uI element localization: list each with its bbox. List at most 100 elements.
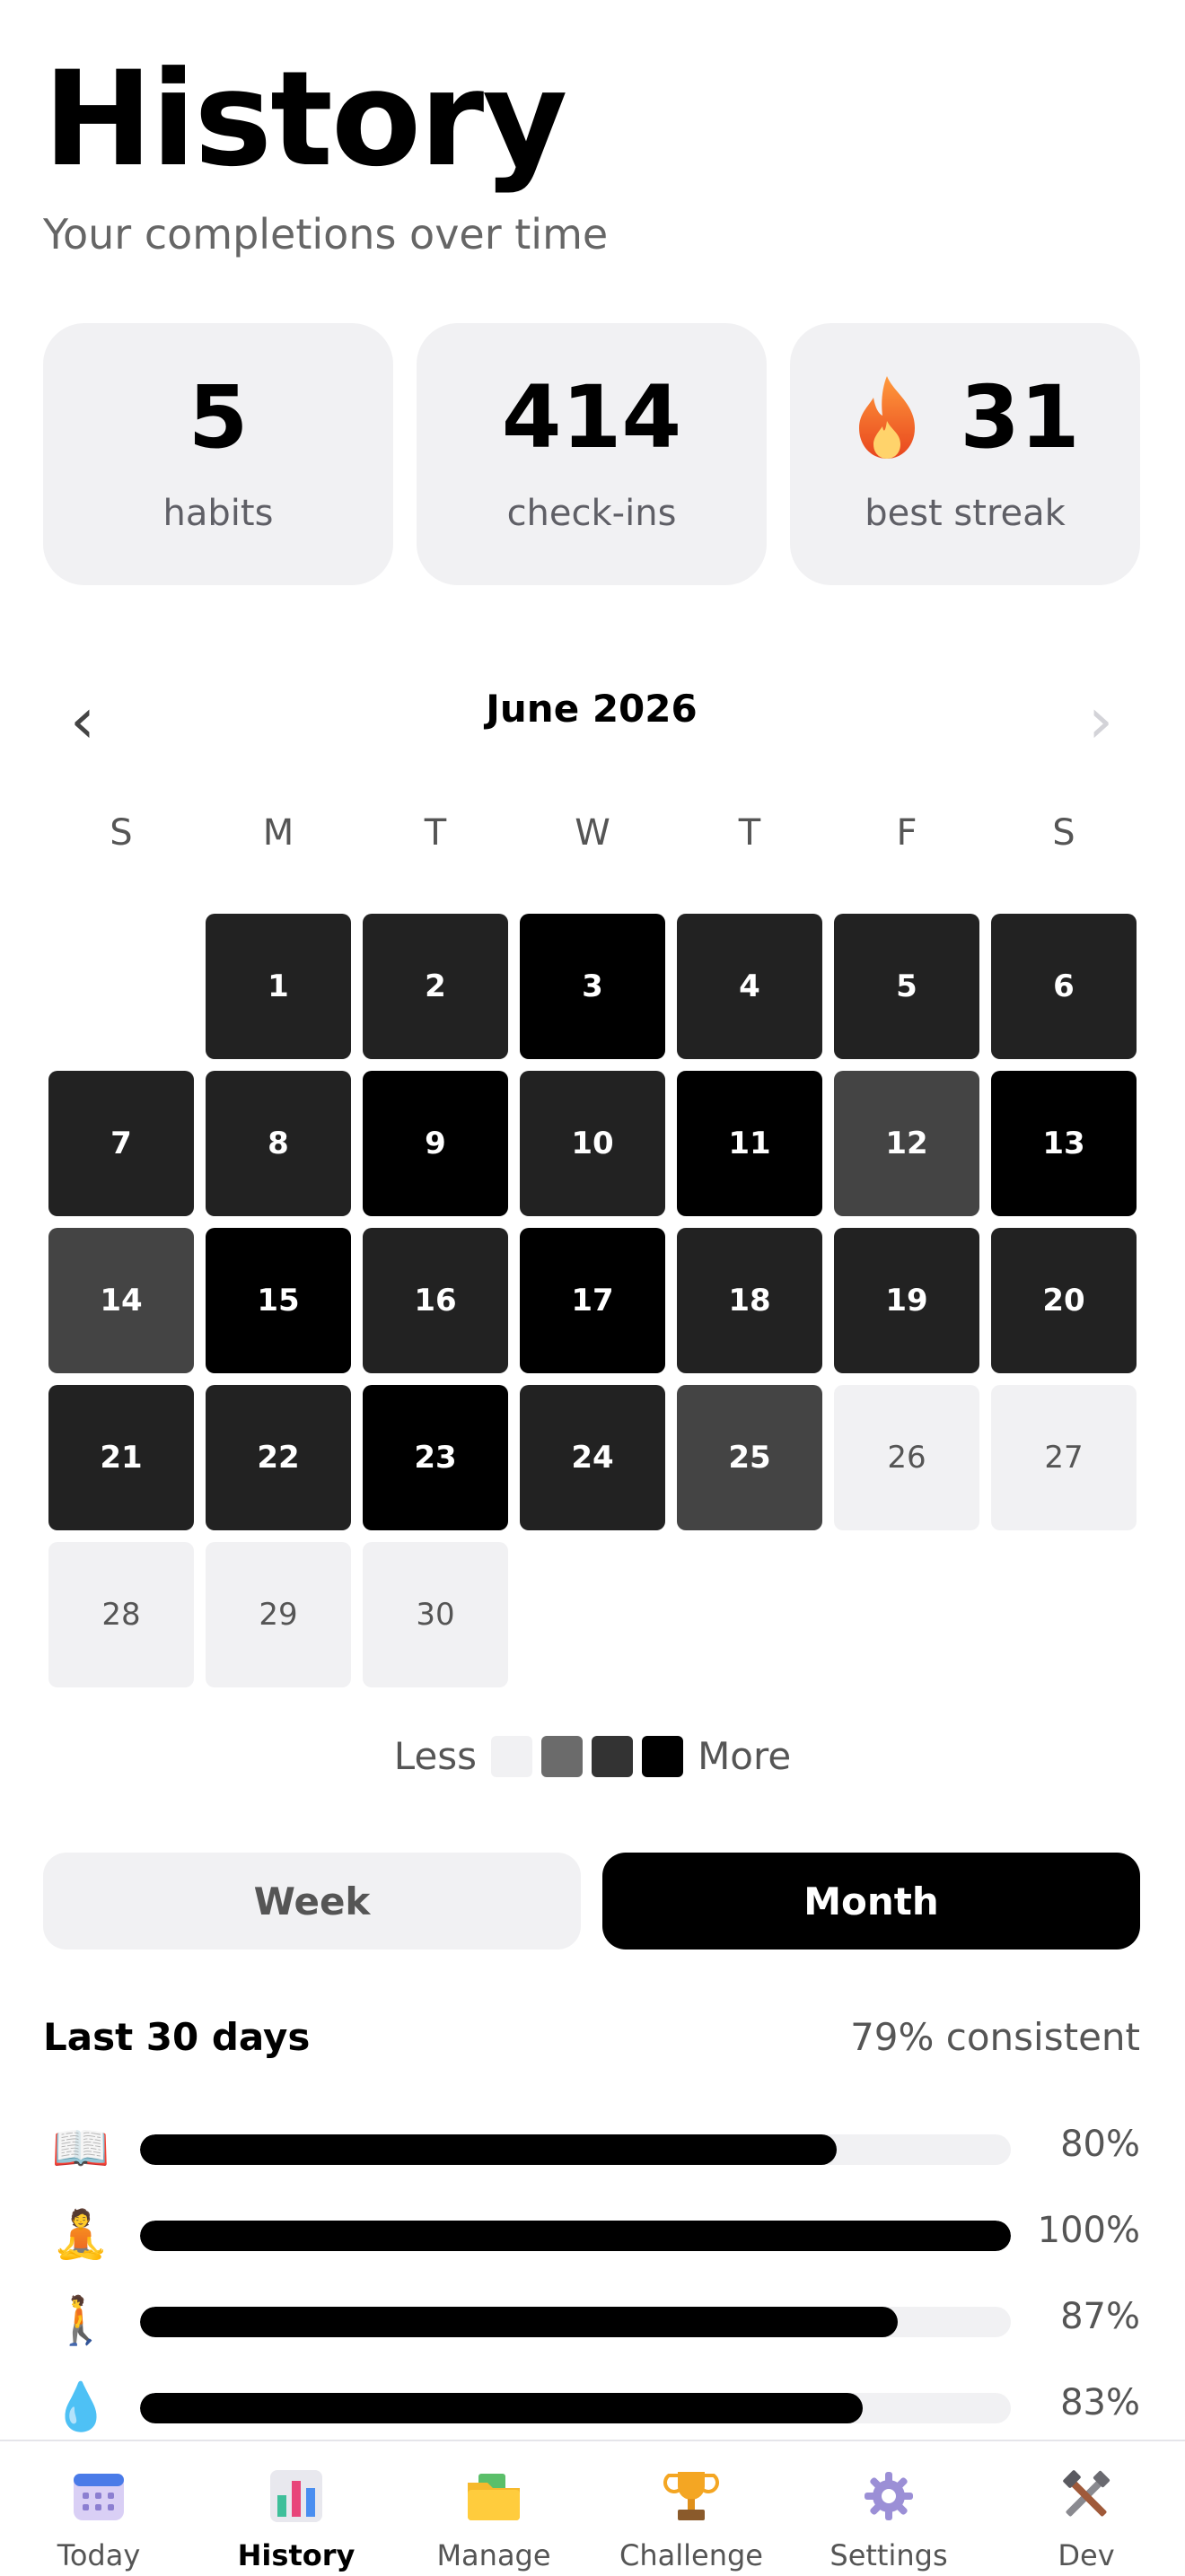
calendar-day[interactable]: 20 [991,1228,1137,1373]
calendar-day[interactable]: 14 [48,1228,194,1373]
tab-history[interactable]: History [198,2441,395,2576]
tab-label: History [237,2538,356,2572]
page-title: History [43,43,567,196]
calendar-day[interactable]: 25 [677,1385,822,1530]
stat-label: best streak [865,493,1066,534]
bar-chart-icon [268,2468,324,2524]
month-button[interactable]: Month [602,1853,1140,1950]
weekday-label: S [110,812,133,854]
progress-fill [140,2393,864,2423]
weekday-label: W [575,812,610,854]
tab-label: Dev [1058,2538,1115,2572]
habit-progress-row: 🧘 100% [43,2204,1140,2291]
calendar-day[interactable]: 13 [991,1071,1137,1216]
water-drop-icon: 💧 [51,2380,110,2434]
tab-label: Challenge [619,2538,763,2572]
habit-progress-row: 🚶 87% [43,2291,1140,2377]
book-icon: 📖 [51,2122,110,2176]
calendar-day[interactable]: 11 [677,1071,822,1216]
progress-fill [140,2221,1011,2251]
calendar-header: ‹ June 2026 › [43,682,1140,763]
legend-more-label: More [698,1734,792,1778]
progress-track [140,2134,1011,2165]
calendar-day[interactable]: 16 [363,1228,508,1373]
weekday-label: F [896,812,917,854]
calendar-grid: 1 2 3 4 5 6 7 8 9 10 11 12 13 14 15 16 17 18 19 20 21 22 23 24 2… [48,914,1137,1687]
progress-track [140,2393,1011,2423]
tab-bar: Today History Manage Challenge Settings … [0,2440,1185,2576]
calendar-day[interactable]: 8 [206,1071,351,1216]
habit-percent: 87% [1060,2296,1140,2337]
stat-card-habits: 5 habits [43,323,393,585]
stat-value: 31 [960,367,1080,468]
habit-progress-list: 📖 80% 🧘 100% 🚶 87% 💧 83% [43,2118,1140,2463]
weekday-header: S M T W T F S [48,812,1137,854]
calendar-icon [71,2468,127,2524]
tab-manage[interactable]: Manage [395,2441,592,2576]
flame-icon [859,376,916,459]
stat-value: 414 [501,367,682,468]
stat-label: habits [162,493,274,534]
calendar-day[interactable]: 22 [206,1385,351,1530]
tab-label: Manage [436,2538,551,2572]
calendar-day[interactable]: 7 [48,1071,194,1216]
stat-card-check-ins: 414 check-ins [417,323,767,585]
legend-swatch [642,1735,684,1777]
calendar-day[interactable]: 9 [363,1071,508,1216]
calendar-day[interactable]: 23 [363,1385,508,1530]
calendar-day[interactable]: 1 [206,914,351,1059]
habit-percent: 83% [1060,2382,1140,2423]
calendar-day[interactable]: 5 [834,914,979,1059]
calendar-day[interactable]: 2 [363,914,508,1059]
calendar-day[interactable]: 4 [677,914,822,1059]
progress-fill [140,2134,837,2165]
tab-today[interactable]: Today [0,2441,198,2576]
calendar-day[interactable]: 12 [834,1071,979,1216]
week-button[interactable]: Week [43,1853,581,1950]
calendar-month-label: June 2026 [486,687,698,731]
meditation-icon: 🧘 [51,2208,110,2262]
tab-challenge[interactable]: Challenge [592,2441,790,2576]
calendar-day[interactable]: 17 [520,1228,665,1373]
chevron-right-icon[interactable]: › [1088,689,1113,752]
weekday-label: T [738,812,761,854]
calendar-day[interactable]: 18 [677,1228,822,1373]
tab-label: Settings [830,2538,948,2572]
tab-dev[interactable]: Dev [988,2441,1185,2576]
calendar-day[interactable]: 15 [206,1228,351,1373]
calendar-day[interactable]: 30 [363,1542,508,1687]
weekday-label: S [1052,812,1075,854]
calendar-day[interactable]: 21 [48,1385,194,1530]
consistency-value: 79% consistent [850,2015,1140,2059]
stat-value: 5 [188,367,249,468]
tab-settings[interactable]: Settings [790,2441,988,2576]
calendar-day[interactable]: 27 [991,1385,1137,1530]
calendar-day[interactable]: 26 [834,1385,979,1530]
progress-fill [140,2307,898,2337]
progress-track [140,2221,1011,2251]
range-segmented-control: Week Month [43,1853,1140,1950]
stats-row: 5 habits 414 check-ins 31 best streak [43,323,1140,585]
calendar-day[interactable]: 10 [520,1071,665,1216]
calendar-day[interactable]: 28 [48,1542,194,1687]
weekday-label: M [262,812,294,854]
walking-icon: 🚶 [51,2294,110,2348]
legend-swatch [491,1735,533,1777]
page-header: History Your completions over time [43,54,608,258]
habit-progress-row: 📖 80% [43,2118,1140,2204]
calendar-day[interactable]: 29 [206,1542,351,1687]
calendar-day[interactable]: 3 [520,914,665,1059]
gear-icon [861,2468,917,2524]
legend-swatch [592,1735,634,1777]
legend-less-label: Less [393,1734,478,1778]
tab-label: Today [57,2538,141,2572]
summary-title: Last 30 days [43,2015,311,2059]
calendar-day[interactable]: 6 [991,914,1137,1059]
habit-percent: 100% [1037,2210,1140,2251]
trophy-icon [663,2468,719,2524]
stat-label: check-ins [506,493,677,534]
page-subtitle: Your completions over time [43,210,609,258]
heatmap-legend: Less More [0,1734,1185,1778]
calendar-day[interactable]: 19 [834,1228,979,1373]
calendar-day[interactable]: 24 [520,1385,665,1530]
